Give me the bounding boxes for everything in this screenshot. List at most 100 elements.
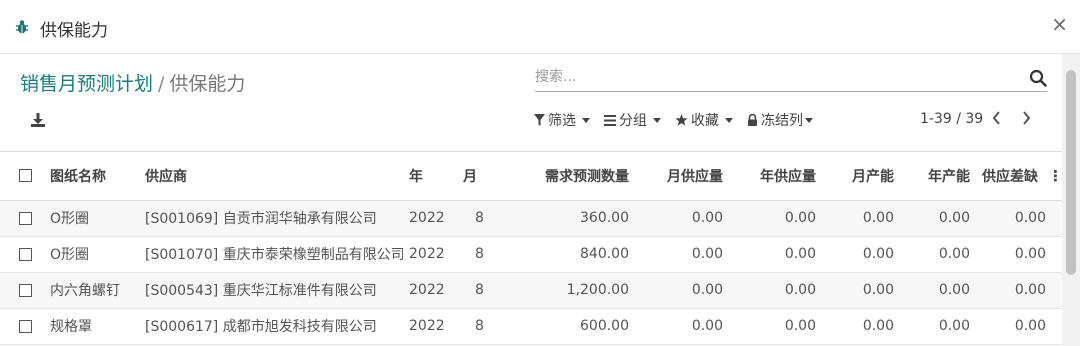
freeze-columns-label: 冻结列 <box>761 113 803 129</box>
search-icon[interactable] <box>1029 69 1047 87</box>
column-header-label: 供应差缺 <box>982 168 1038 185</box>
table-cell: 360.00 <box>580 210 629 226</box>
table-cell: 0.00 <box>1014 282 1046 298</box>
dialog-title: 供保能力 <box>40 21 108 41</box>
pager-value[interactable]: 1-39 / 39 <box>920 111 983 127</box>
table-header-row: 图纸名称 供应商 年 月 需求预测数量 月供应量 年供应量 月产能 年产能 供应… <box>0 152 1063 201</box>
table-cell: 2022 <box>409 210 445 226</box>
table-cell: 0.00 <box>691 210 723 226</box>
table-row[interactable]: O形圈 [S001069] 自贡市润华轴承有限公司 2022 8 360.00 … <box>0 200 1062 236</box>
table-cell: 0.00 <box>1014 318 1046 334</box>
table-cell: 0.00 <box>862 246 894 262</box>
favorites-button[interactable]: 收藏 <box>675 110 733 130</box>
table-cell: 8 <box>475 318 484 334</box>
filter-button[interactable]: 筛选 <box>534 110 590 130</box>
table-cell: 内六角螺钉 <box>50 283 120 299</box>
funnel-icon <box>534 114 545 126</box>
table-cell: 0.00 <box>691 282 723 298</box>
table-cell: O形圈 <box>50 211 90 227</box>
table-cell: [S001069] 自贡市润华轴承有限公司 <box>145 211 377 227</box>
lock-icon <box>748 114 757 126</box>
row-checkbox[interactable] <box>19 319 32 333</box>
column-header[interactable]: 图纸名称 <box>44 152 139 201</box>
table-cell: 0.00 <box>862 282 894 298</box>
row-checkbox[interactable] <box>19 211 32 225</box>
favorites-label: 收藏 <box>691 113 719 129</box>
table-cell: 0.00 <box>691 318 723 334</box>
freeze-columns-button[interactable]: 冻结列 <box>747 110 813 130</box>
table-cell: 2022 <box>409 282 445 298</box>
column-header[interactable]: 年 <box>403 152 457 201</box>
column-header[interactable]: 年供应量 <box>729 152 822 201</box>
select-all-checkbox[interactable] <box>19 169 32 183</box>
table-cell: 0.00 <box>691 246 723 262</box>
dialog-header: 供保能力 × <box>0 0 1080 54</box>
table-cell: 0.00 <box>784 282 816 298</box>
table-row[interactable]: 内六角螺钉 [S000543] 重庆华江标准件有限公司 2022 8 1,200… <box>0 272 1062 308</box>
chevron-down-icon <box>725 117 733 123</box>
modal-dialog: 供保能力 × 销售月预测计划/供保能力 筛选 分组 收藏 <box>0 0 1080 346</box>
search-options: 筛选 分组 收藏 冻结列 <box>534 110 827 130</box>
table-row[interactable]: 规格罩 [S000617] 成都市旭发科技有限公司 2022 8 600.00 … <box>0 308 1062 344</box>
table-cell: 8 <box>475 246 484 262</box>
row-checkbox[interactable] <box>19 247 32 261</box>
chevron-right-icon <box>1023 111 1031 125</box>
breadcrumb-parent-link[interactable]: 销售月预测计划 <box>20 73 153 95</box>
table-cell: [S000617] 成都市旭发科技有限公司 <box>145 319 377 335</box>
table-cell: 0.00 <box>938 282 970 298</box>
column-header[interactable]: 需求预测数量 <box>507 152 635 201</box>
chevron-down-icon <box>653 117 661 123</box>
column-header[interactable]: 月产能 <box>822 152 900 201</box>
table-cell: 2022 <box>409 318 445 334</box>
breadcrumb-current: 供保能力 <box>169 73 246 95</box>
table-cell: 8 <box>475 282 484 298</box>
column-header[interactable]: 月供应量 <box>635 152 729 201</box>
search-bar <box>535 64 1047 92</box>
table-cell: [S001070] 重庆市泰荣橡塑制品有限公司 <box>145 247 403 263</box>
column-header[interactable]: 供应差缺 ⋮ <box>976 152 1063 201</box>
chevron-down-icon <box>582 117 590 123</box>
column-header[interactable]: 供应商 <box>139 152 403 201</box>
close-button[interactable]: × <box>1051 14 1068 34</box>
column-header[interactable]: 年产能 <box>900 152 976 201</box>
table-row[interactable]: O形圈 [S001070] 重庆市泰荣橡塑制品有限公司 2022 8 840.0… <box>0 236 1062 272</box>
table-cell: O形圈 <box>50 247 90 263</box>
search-input[interactable] <box>535 66 1015 88</box>
table-cell: 0.00 <box>784 210 816 226</box>
table-cell: [S000543] 重庆华江标准件有限公司 <box>145 283 377 299</box>
column-options-icon[interactable]: ⋮ <box>1048 167 1063 185</box>
bug-icon <box>16 20 28 34</box>
table-cell: 规格罩 <box>50 319 92 335</box>
star-icon <box>675 114 688 126</box>
table-cell: 0.00 <box>938 210 970 226</box>
chevron-down-icon <box>805 117 813 123</box>
table-cell: 600.00 <box>580 318 629 334</box>
table-cell: 1,200.00 <box>566 282 629 298</box>
table-cell: 2022 <box>409 246 445 262</box>
group-by-button[interactable]: 分组 <box>604 110 661 130</box>
table-cell: 0.00 <box>938 246 970 262</box>
data-table: 图纸名称 供应商 年 月 需求预测数量 月供应量 年供应量 月产能 年产能 供应… <box>0 152 1063 345</box>
scrollbar-thumb[interactable] <box>1066 70 1076 275</box>
table-cell: 0.00 <box>1014 246 1046 262</box>
table-cell: 0.00 <box>784 318 816 334</box>
table-cell: 0.00 <box>938 318 970 334</box>
download-icon[interactable] <box>30 112 46 128</box>
column-header[interactable]: 月 <box>457 152 507 201</box>
filter-label: 筛选 <box>548 113 576 129</box>
group-by-label: 分组 <box>619 113 647 129</box>
pager-previous-button[interactable] <box>992 111 1001 129</box>
table-cell: 0.00 <box>1014 210 1046 226</box>
list-view: 图纸名称 供应商 年 月 需求预测数量 月供应量 年供应量 月产能 年产能 供应… <box>0 151 1063 346</box>
bars-icon <box>604 114 616 126</box>
table-cell: 0.00 <box>784 246 816 262</box>
table-cell: 8 <box>475 210 484 226</box>
breadcrumb-separator: / <box>158 73 165 95</box>
row-checkbox[interactable] <box>19 283 32 297</box>
table-cell: 840.00 <box>580 246 629 262</box>
chevron-left-icon <box>992 111 1000 125</box>
breadcrumb: 销售月预测计划 / 供保能力 <box>20 69 245 96</box>
pager-next-button[interactable] <box>1022 111 1031 129</box>
table-cell: 0.00 <box>862 210 894 226</box>
table-cell: 0.00 <box>862 318 894 334</box>
